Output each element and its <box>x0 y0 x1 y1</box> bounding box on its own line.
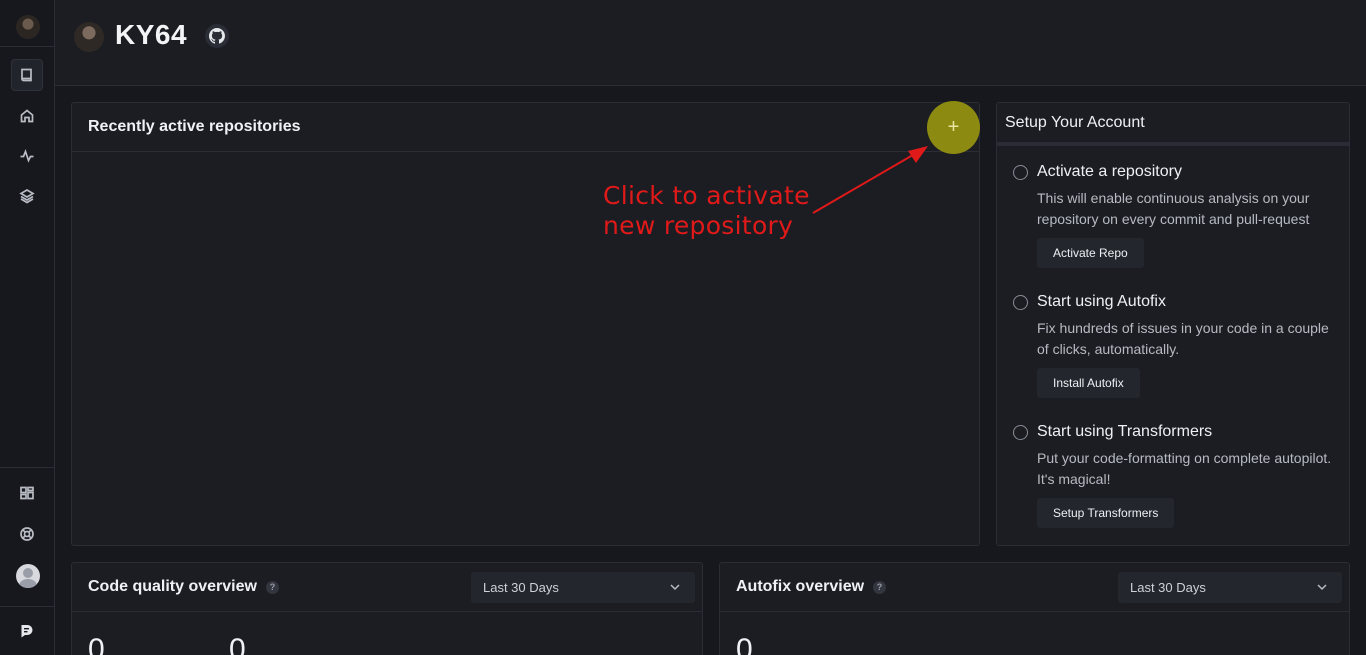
step-title: Activate a repository <box>1037 163 1182 180</box>
step-description: Put your code-formatting on complete aut… <box>1037 450 1332 487</box>
metric-value: 0 <box>88 633 105 655</box>
help-icon[interactable]: ? <box>265 580 279 594</box>
account-avatar <box>74 22 104 52</box>
step-description: Fix hundreds of issues in your code in a… <box>1037 320 1329 357</box>
autofix-title: Autofix overview <box>736 578 865 595</box>
logo-icon <box>21 625 33 638</box>
help-icon[interactable]: ? <box>873 580 887 594</box>
sidebar-item-dashboard[interactable] <box>11 477 43 509</box>
sidebar-item-book[interactable] <box>11 59 43 91</box>
annotation-arrow <box>812 146 928 214</box>
setup-title: Setup Your Account <box>997 103 1349 146</box>
step-radio[interactable] <box>1013 425 1028 440</box>
setup-transformers-button[interactable]: Setup Transformers <box>1037 498 1175 528</box>
sidebar-divider <box>0 467 55 468</box>
dashboard-icon <box>20 486 34 500</box>
sidebar-item-activity[interactable] <box>11 140 43 172</box>
annotation-line-2: new repository <box>603 211 794 240</box>
install-autofix-button[interactable]: Install Autofix <box>1037 368 1140 398</box>
range-select-value: Last 30 Days <box>483 580 559 595</box>
autofix-card: Autofix overview ? Last 30 Days 0 <box>719 562 1350 655</box>
metric-value: 0 <box>229 633 246 655</box>
page-header: KY64 <box>55 0 1366 86</box>
code-quality-title: Code quality overview <box>88 578 257 595</box>
chevron-down-icon <box>670 584 680 591</box>
sidebar <box>0 0 55 655</box>
sidebar-divider <box>0 606 55 607</box>
code-quality-card: Code quality overview ? Last 30 Days 0 0 <box>71 562 703 655</box>
layers-icon <box>19 189 35 204</box>
chevron-down-icon <box>1317 584 1327 591</box>
metric-value: 0 <box>736 633 753 655</box>
activity-icon <box>20 149 34 163</box>
activate-repo-button[interactable]: Activate Repo <box>1037 238 1144 268</box>
range-select-value: Last 30 Days <box>1130 580 1206 595</box>
help-lifebuoy-icon <box>20 527 34 541</box>
autofix-range-select[interactable]: Last 30 Days <box>1118 572 1342 603</box>
step-title: Start using Autofix <box>1037 293 1166 310</box>
org-avatar[interactable] <box>16 15 40 39</box>
github-link[interactable] <box>205 24 229 48</box>
step-title: Start using Transformers <box>1037 423 1213 440</box>
sidebar-item-layers[interactable] <box>11 180 43 212</box>
sidebar-item-home[interactable] <box>11 100 43 132</box>
annotation-text: Click to activate new repository <box>603 181 810 241</box>
sidebar-item-help[interactable] <box>11 518 43 550</box>
page-title: KY64 <box>115 19 188 50</box>
step-radio[interactable] <box>1013 295 1028 310</box>
user-avatar[interactable] <box>16 564 40 588</box>
book-icon <box>21 68 32 82</box>
step-radio[interactable] <box>1013 165 1028 180</box>
setup-account-card: Setup Your Account Activate a repository… <box>996 102 1350 546</box>
app-logo[interactable] <box>11 615 43 647</box>
sidebar-divider <box>0 46 55 47</box>
home-icon <box>20 109 34 123</box>
code-quality-range-select[interactable]: Last 30 Days <box>471 572 695 603</box>
step-description: This will enable continuous analysis on … <box>1037 190 1310 227</box>
github-icon <box>209 28 225 44</box>
annotation-line-1: Click to activate <box>603 181 810 210</box>
